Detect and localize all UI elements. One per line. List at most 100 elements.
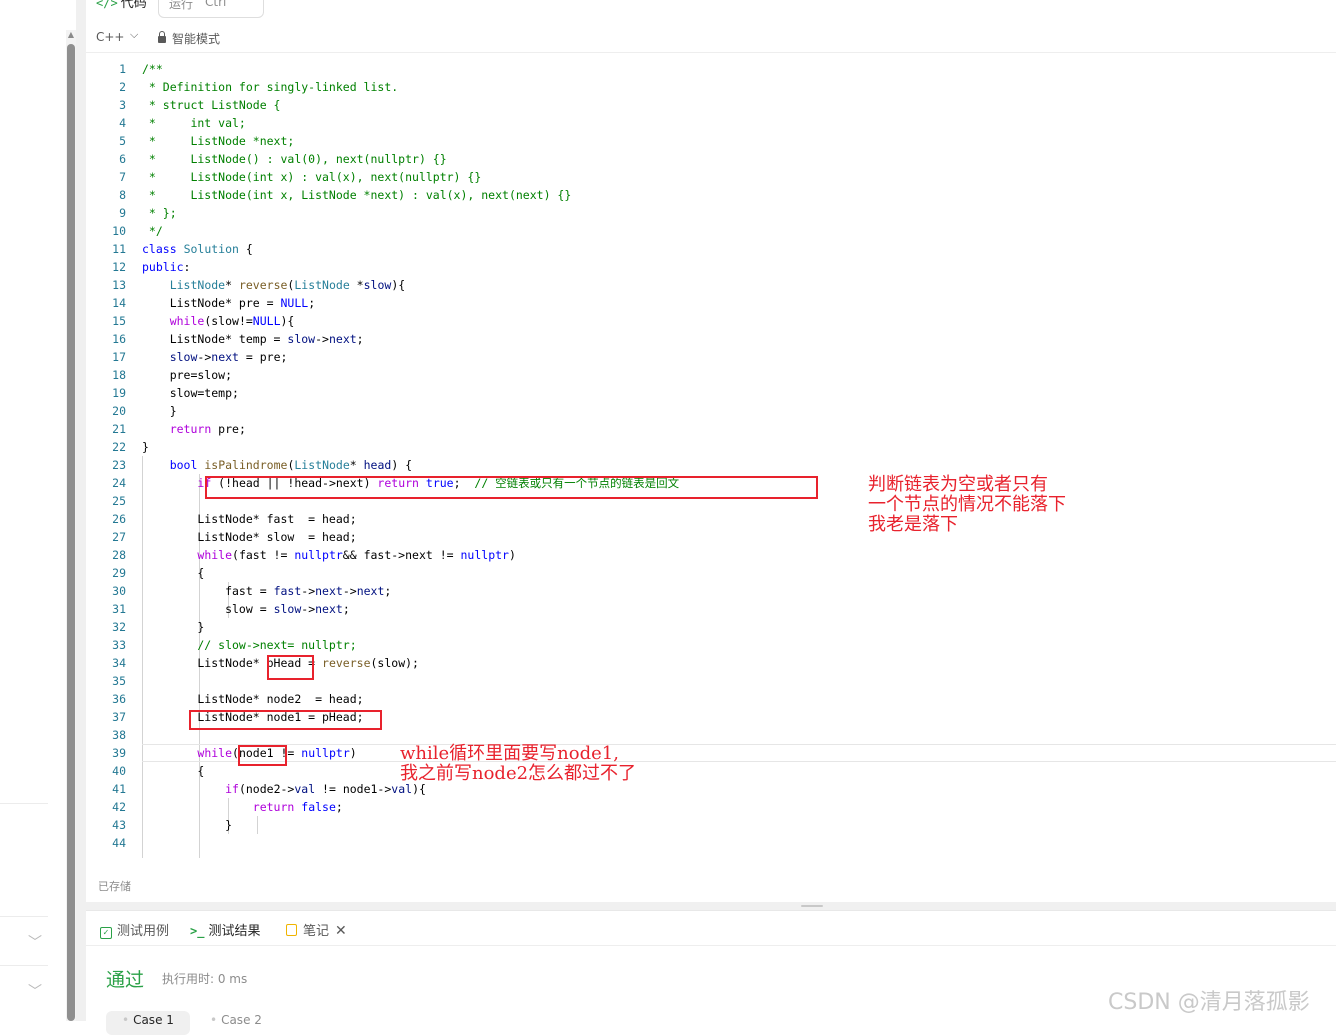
code-line: bool isPalindrome(ListNode* head) { [142, 456, 412, 474]
code-line: ListNode* fast = head; [142, 512, 357, 526]
code-token: ListNode* pre = [142, 296, 281, 310]
code-line: ListNode* slow = head; [142, 530, 357, 544]
tab-test-result[interactable]: >_ 测试结果 [190, 920, 260, 939]
panel-tabs: </> 代码 运行 Ctrl [86, 0, 1336, 18]
line-number: 4 [119, 116, 126, 130]
annotation-highlight-box [205, 476, 818, 499]
case-tab-2[interactable]: • Case 2 [194, 1011, 278, 1035]
code-token: (slow!= [204, 314, 253, 328]
code-token: != node1-> [315, 782, 392, 796]
code-line: } [142, 440, 149, 454]
code-token: ) [349, 746, 357, 760]
panel-splitter[interactable] [86, 902, 1336, 910]
line-number: 16 [112, 332, 126, 346]
line-number: 15 [112, 314, 126, 328]
run-label: 运行 [169, 0, 194, 11]
code-line: if(node2->val != node1->val){ [142, 780, 426, 798]
dot-icon: • [210, 1013, 218, 1027]
line-number: 17 [112, 350, 126, 364]
line-number: 40 [112, 764, 126, 778]
code-token: ; [384, 584, 392, 598]
chevron-down-icon[interactable]: ﹀ [28, 981, 42, 1001]
tab-notes[interactable]: 笔记 ✕ [286, 920, 347, 939]
line-number: 13 [112, 278, 126, 292]
code-line: while(fast != nullptr&& fast->next != nu… [142, 546, 516, 564]
code-token: ListNode* temp = [142, 332, 288, 346]
code-token: ListNode* [142, 656, 267, 670]
line-number: 41 [112, 782, 126, 796]
code-token: ){ [412, 782, 426, 796]
chevron-down-icon[interactable]: ⌵ [130, 28, 138, 42]
code-panel: </> 代码 运行 Ctrl C++ ⌵ 智能模式 1 2 3 4 5 6 7 8 9 10 11 12… [86, 0, 1336, 902]
variable: next [315, 602, 343, 616]
code-line: return pre; [142, 420, 246, 438]
scrollbar[interactable]: ▲ [66, 30, 76, 1021]
variable: val [294, 782, 316, 796]
line-number: 12 [112, 260, 126, 274]
keyword: return [169, 422, 212, 436]
code-token: ; [308, 296, 316, 310]
code-line: class Solution { [142, 240, 253, 258]
checkbox-icon: ✓ [100, 927, 112, 939]
keyword: nullptr [294, 548, 343, 562]
code-token: (slow); [370, 656, 419, 670]
keyword: return [252, 800, 295, 814]
case-tab-label: Case 2 [221, 1013, 262, 1027]
annotation-highlight-box [189, 710, 382, 730]
code-line: ListNode* node2 = head; [142, 692, 364, 706]
variable: slow [273, 602, 302, 616]
note-icon [286, 924, 297, 936]
smart-mode-toggle[interactable]: 智能模式 [158, 30, 220, 47]
language-select[interactable]: C++ [96, 30, 125, 44]
variable: next [211, 350, 239, 364]
code-token: (node2-> [238, 782, 295, 796]
code-editor[interactable]: 1 2 3 4 5 6 7 8 9 10 11 12 13 14 15 16 17 18 19 20 21 22 23 24 2… [86, 60, 1336, 860]
panel-resize-handle[interactable] [76, 0, 86, 1021]
code-line: { [142, 566, 205, 580]
line-number: 33 [112, 638, 126, 652]
tab-code[interactable]: </> 代码 [96, 0, 147, 11]
type-name: Solution [183, 242, 239, 256]
scroll-up-arrow-icon[interactable]: ▲ [66, 30, 76, 39]
case-tab-1[interactable]: • Case 1 [106, 1011, 190, 1035]
scrollbar-thumb[interactable] [67, 44, 75, 1021]
dot-icon: • [122, 1013, 130, 1027]
code-line: return false; [142, 798, 343, 816]
keyword: while [169, 314, 205, 328]
lock-icon [158, 31, 166, 43]
code-line: slow->next = pre; [142, 348, 288, 366]
chevron-down-icon[interactable]: ﹀ [28, 932, 42, 952]
type-name: ListNode [294, 458, 350, 472]
run-button[interactable]: 运行 Ctrl [158, 0, 264, 18]
keyword: NULL [280, 296, 309, 310]
line-number: 35 [112, 674, 126, 688]
line-number: 31 [112, 602, 126, 616]
sidebar-divider [0, 916, 48, 917]
annotation-highlight-box [267, 655, 314, 680]
tab-testcase[interactable]: ✓ 测试用例 [100, 920, 169, 939]
line-number: 3 [119, 98, 126, 112]
line-number: 5 [119, 134, 126, 148]
line-number: 2 [119, 80, 126, 94]
code-line: // slow->next= nullptr; [142, 638, 357, 652]
splitter-grip[interactable] [801, 905, 823, 907]
terminal-icon: >_ [190, 924, 205, 938]
code-token: -> [301, 602, 316, 616]
tab-notes-label: 笔记 [303, 924, 330, 939]
sidebar-divider [0, 965, 48, 966]
variable: val [391, 782, 413, 796]
line-number: 30 [112, 584, 126, 598]
line-number: 20 [112, 404, 126, 418]
keyword: nullptr [301, 746, 350, 760]
tab-test-result-label: 测试结果 [208, 924, 261, 939]
close-icon[interactable]: ✕ [335, 923, 347, 939]
indent-guide [257, 816, 258, 834]
code-token: : [183, 260, 191, 274]
line-number: 1 [119, 62, 126, 76]
